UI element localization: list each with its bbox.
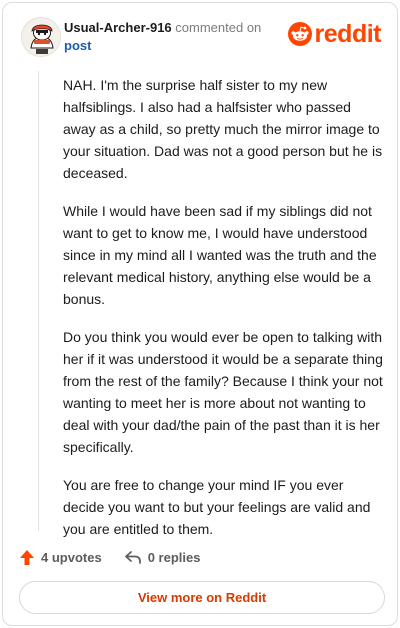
comment-paragraph: Do you think you would ever be open to t… [63, 329, 383, 455]
comment-card: Usual-Archer-916 commented on post reddi… [2, 2, 398, 626]
upvote-button[interactable]: 4 upvotes [19, 549, 102, 566]
upvote-count: 4 upvotes [41, 549, 102, 565]
view-more-button[interactable]: View more on Reddit [19, 581, 385, 614]
comment-header: Usual-Archer-916 commented on post reddi… [19, 15, 383, 59]
comment-paragraph: You are free to change your mind IF you … [63, 477, 371, 537]
comment-meta: Usual-Archer-916 commented on post [64, 19, 261, 55]
reddit-snoo-icon [287, 22, 312, 46]
reddit-logo[interactable]: reddit [287, 20, 382, 48]
reddit-wordmark: reddit [314, 20, 382, 48]
upvote-arrow-icon [20, 549, 34, 565]
avatar-icon [22, 18, 60, 56]
reply-button[interactable]: 0 replies [124, 549, 201, 565]
user-avatar[interactable] [21, 17, 61, 57]
comment-body: NAH. I'm the surprise half sister to my … [63, 74, 383, 556]
action-text: commented on [175, 20, 262, 35]
username-link[interactable]: Usual-Archer-916 [64, 20, 172, 35]
reply-count: 0 replies [147, 549, 201, 565]
comment-paragraph: NAH. I'm the surprise half sister to my … [63, 77, 383, 181]
thread-line [38, 71, 39, 531]
reply-arrow-icon [124, 551, 141, 564]
post-link[interactable]: post [64, 37, 261, 55]
comment-actions: 4 upvotes 0 replies [19, 545, 222, 569]
comment-paragraph: While I would have been sad if my siblin… [63, 203, 377, 307]
